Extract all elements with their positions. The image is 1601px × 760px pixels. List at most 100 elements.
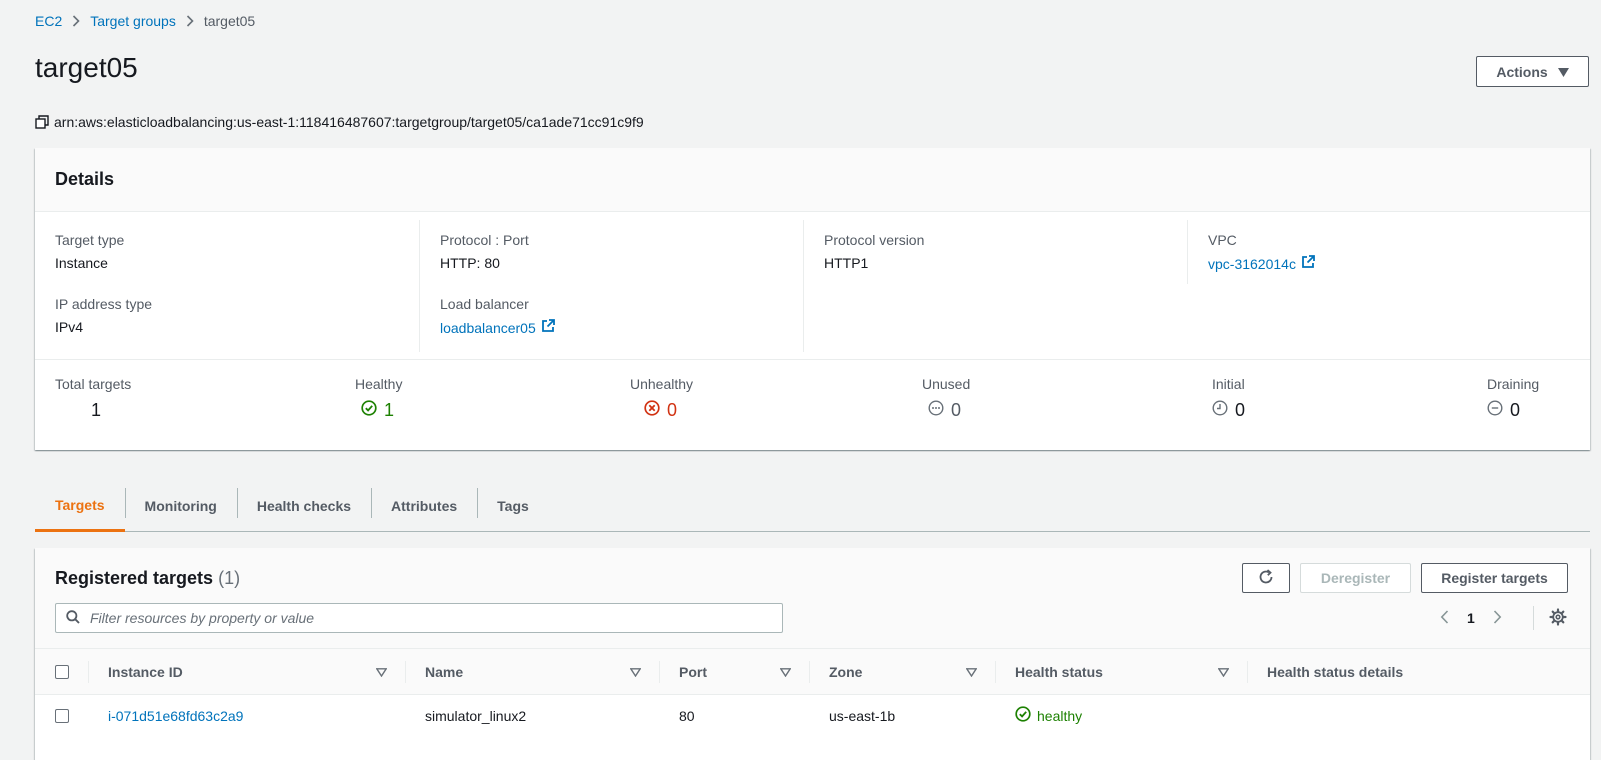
tab-attributes[interactable]: Attributes [371,480,477,532]
caret-down-icon [1557,64,1569,80]
name-cell: simulator_linux2 [405,695,659,737]
health-status-details-cell [1247,695,1590,737]
registered-targets-panel: Registered targets (1) Deregister Regist… [35,548,1590,760]
search-icon [66,609,80,627]
column-header-label: Name [425,663,464,680]
registered-targets-header: Registered targets (1) Deregister Regist… [35,548,1590,648]
vpc-label: VPC [1208,232,1237,248]
chevron-left-icon[interactable] [1440,609,1449,627]
health-status-value-row: healthy [995,706,1247,725]
breadcrumb-target-groups-link[interactable]: Target groups [90,13,176,29]
sort-caret-icon[interactable] [965,664,978,680]
details-column-4: VPC vpc-3162014c [1187,220,1570,284]
sort-caret-icon[interactable] [779,664,792,680]
unhealthy-count: Unhealthy 0 [630,376,693,421]
health-status-cell: healthy [995,695,1247,737]
initial-label: Initial [1212,376,1245,392]
details-header: Details [35,148,1590,212]
unhealthy-value: 0 [667,400,678,420]
zone-cell: us-east-1b [809,695,995,737]
column-header-label: Health status [1015,663,1103,680]
actions-button-label: Actions [1496,63,1548,80]
tab-targets[interactable]: Targets [35,480,125,532]
column-header-port[interactable]: Port [659,648,809,695]
breadcrumb-ec2-link[interactable]: EC2 [35,13,62,29]
gear-icon[interactable] [1549,608,1567,629]
target-type-label: Target type [55,232,125,248]
registered-targets-table: Instance ID Name Port Zone Health status… [35,648,1590,737]
table-row[interactable]: i-071d51e68fd63c2a9 simulator_linux2 80 … [35,695,1590,737]
details-panel: Details Target type Instance IP address … [35,148,1590,450]
chevron-right-icon[interactable] [1493,609,1502,627]
pagination: 1 [1440,603,1502,633]
register-targets-button[interactable]: Register targets [1421,563,1568,593]
page-title: target05 [35,52,138,83]
details-grid: Target type Instance IP address type IPv… [35,212,1590,360]
sort-caret-icon[interactable] [1217,664,1230,680]
actions-button[interactable]: Actions [1476,56,1589,87]
protocol-port-label: Protocol : Port [440,232,529,248]
tab-bar: Targets Monitoring Health checks Attribu… [35,480,1590,532]
target-type-value: Instance [55,255,108,271]
load-balancer-value-row: loadbalancer05 [440,319,555,336]
external-link-icon[interactable] [541,319,555,336]
column-header-label: Instance ID [108,663,183,680]
initial-value: 0 [1235,400,1246,420]
sort-caret-icon[interactable] [629,664,642,680]
total-targets-value: 1 [91,400,102,420]
initial-value-row: 0 [1212,400,1245,421]
draining-label: Draining [1487,376,1540,392]
unused-label: Unused [922,376,971,392]
sort-caret-icon[interactable] [375,664,388,680]
x-circle-icon [644,400,660,421]
protocol-version-label: Protocol version [824,232,925,248]
details-column-3: Protocol version HTTP1 [803,220,1186,352]
refresh-button[interactable] [1242,563,1290,593]
healthy-label: Healthy [355,376,403,392]
tab-tags[interactable]: Tags [477,480,549,532]
protocol-port-value: HTTP: 80 [440,255,500,271]
column-header-name[interactable]: Name [405,648,659,695]
details-column-1: Target type Instance IP address type IPv… [35,220,418,352]
registered-targets-count: (1) [218,568,241,588]
deregister-button[interactable]: Deregister [1300,563,1411,593]
pagination-divider [1533,606,1534,630]
load-balancer-link[interactable]: loadbalancer05 [440,320,536,336]
vpc-value-row: vpc-3162014c [1208,255,1315,272]
ip-address-type-field: IP address type IPv4 [55,296,152,335]
ip-address-type-value: IPv4 [55,319,84,335]
select-all-checkbox[interactable] [55,664,69,679]
filter-input[interactable] [88,609,782,627]
check-circle-icon [361,400,377,421]
unhealthy-label: Unhealthy [630,376,694,392]
row-checkbox[interactable] [55,708,69,723]
ellipsis-circle-icon [928,400,944,421]
select-all-column [35,648,88,695]
draining-count: Draining 0 [1487,376,1539,421]
healthy-value: 1 [384,400,395,420]
initial-count: Initial 0 [1212,376,1245,421]
copy-icon[interactable] [35,115,49,129]
column-header-instance-id[interactable]: Instance ID [88,648,405,695]
instance-id-link[interactable]: i-071d51e68fd63c2a9 [108,708,243,724]
vpc-field: VPC vpc-3162014c [1208,232,1315,272]
filter-search-box [55,603,783,633]
column-header-health-status[interactable]: Health status [995,648,1247,695]
load-balancer-field: Load balancer loadbalancer05 [440,296,555,336]
tab-health-checks[interactable]: Health checks [236,480,371,532]
vpc-link[interactable]: vpc-3162014c [1208,256,1296,272]
ip-address-type-label: IP address type [55,296,153,312]
column-header-health-status-details[interactable]: Health status details [1247,648,1590,695]
table-header-row: Instance ID Name Port Zone Health status… [35,648,1590,695]
tab-monitoring[interactable]: Monitoring [124,480,237,532]
page-number[interactable]: 1 [1467,610,1475,626]
port-cell: 80 [659,695,809,737]
breadcrumb-current: target05 [203,13,256,29]
draining-value: 0 [1510,400,1521,420]
instance-id-cell: i-071d51e68fd63c2a9 [88,695,405,737]
select-all-cell [35,649,88,694]
details-title: Details [55,169,115,189]
external-link-icon[interactable] [1301,255,1315,272]
target-type-field: Target type Instance [55,232,124,271]
column-header-zone[interactable]: Zone [809,648,995,695]
